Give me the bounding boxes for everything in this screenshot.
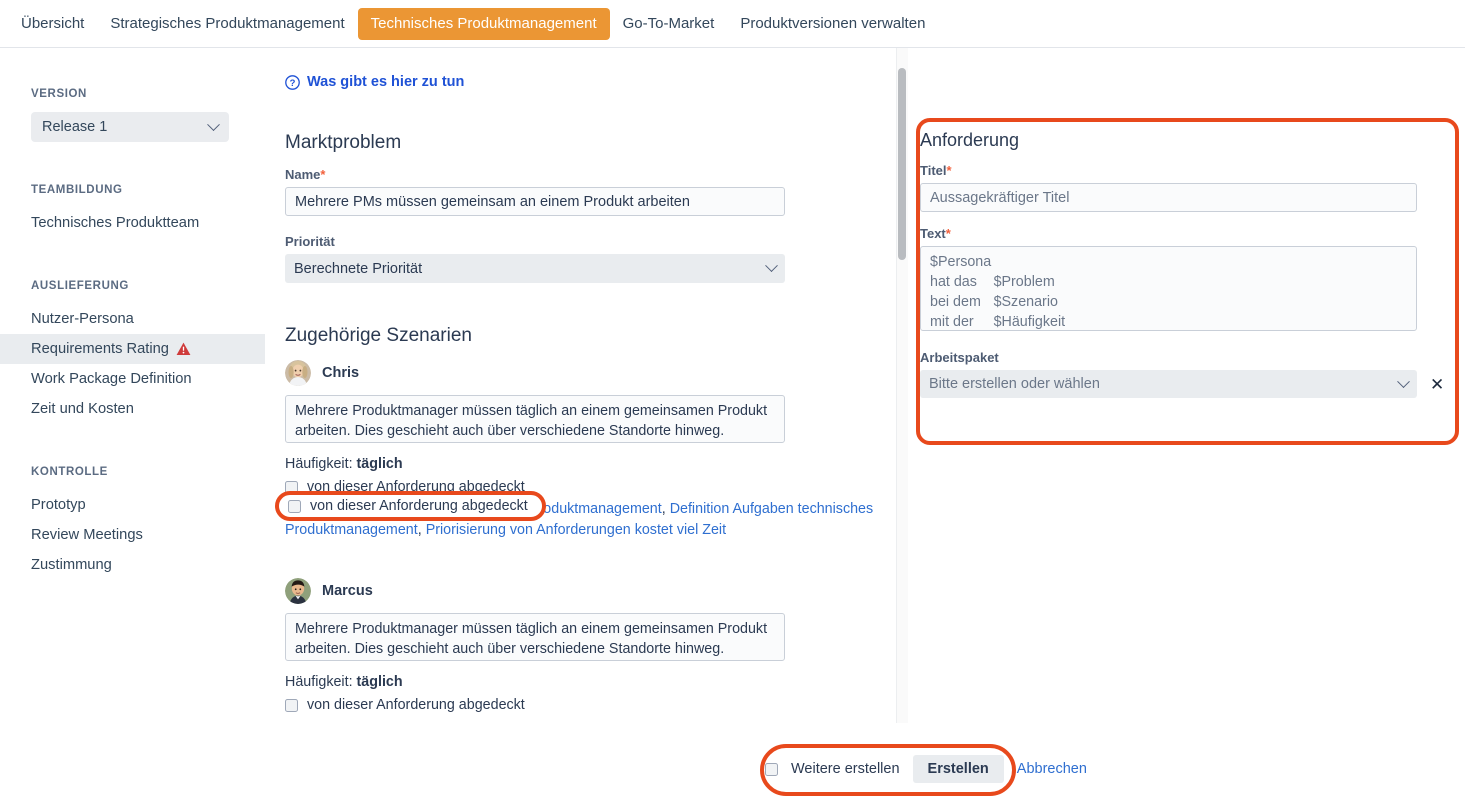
footer-actions: Weitere erstellen Erstellen Abbrechen: [765, 755, 1087, 783]
main-scrollbar-thumb[interactable]: [898, 68, 906, 260]
scenario-text-1[interactable]: Mehrere Produktmanager müssen täglich an…: [285, 613, 785, 661]
sidebar-item-label: Work Package Definition: [31, 371, 192, 387]
frequency-value: täglich: [356, 674, 403, 690]
anforderung-panel: Anforderung Titel* Text* Arbeitspaket Bi…: [920, 130, 1445, 398]
scenario-frequency-0: Häufigkeit: täglich: [285, 456, 905, 472]
section-title-szenarien: Zugehörige Szenarien: [285, 325, 472, 346]
annotation-covered-checkbox-content: von dieser Anforderung abgedeckt: [275, 491, 546, 521]
anforderung-titel-input[interactable]: [920, 183, 1417, 212]
arbeitspaket-label: Arbeitspaket: [920, 350, 999, 365]
sidebar-item-label: Technisches Produktteam: [31, 215, 200, 231]
top-tab-bar: Übersicht Strategisches Produktmanagemen…: [0, 0, 1465, 48]
sidebar-item-zeit-und-kosten[interactable]: Zeit und Kosten: [0, 394, 265, 424]
help-link-label: Was gibt es hier zu tun: [307, 74, 465, 90]
required-marker: *: [945, 226, 951, 241]
section-title-marktproblem: Marktproblem: [285, 132, 402, 153]
arbeitspaket-select-value: Bitte erstellen oder wählen: [929, 376, 1100, 392]
app-root: Übersicht Strategisches Produktmanagemen…: [0, 0, 1465, 803]
frequency-label: Häufigkeit:: [285, 456, 353, 472]
arbeitspaket-row: Bitte erstellen oder wählen ✕: [920, 370, 1445, 398]
sidebar-item-label: Zustimmung: [31, 557, 112, 573]
chevron-down-icon: [1397, 374, 1410, 388]
chevron-down-icon: [765, 259, 778, 273]
text-label-text: Text: [920, 226, 946, 241]
required-marker: *: [320, 167, 326, 182]
sidebar-item-prototyp[interactable]: Prototyp: [0, 490, 265, 520]
required-marker: *: [946, 163, 952, 178]
sidebar-item-zustimmung[interactable]: Zustimmung: [0, 550, 265, 580]
covered-checkbox-label-1: von dieser Anforderung abgedeckt: [307, 697, 525, 713]
text-label: Text*: [920, 226, 1445, 241]
prioritaet-select-value: Berechnete Priorität: [294, 260, 423, 277]
tab-technisches-produktmanagement[interactable]: Technisches Produktmanagement: [357, 7, 610, 40]
covered-checkbox-1[interactable]: [285, 698, 298, 712]
scenario-text-0[interactable]: Mehrere Produktmanager müssen täglich an…: [285, 395, 785, 443]
question-circle-icon: ?: [285, 74, 300, 90]
scenario-header: Chris: [285, 360, 905, 386]
sidebar-item-label: Nutzer-Persona: [31, 311, 134, 327]
version-select-value: Release 1: [42, 119, 108, 135]
chevron-down-icon: [207, 117, 220, 131]
name-label: Name*: [285, 167, 905, 182]
frequency-label: Häufigkeit:: [285, 674, 353, 690]
sidebar-item-label: Requirements Rating: [31, 341, 169, 357]
tab-produktversionen-verwalten[interactable]: Produktversionen verwalten: [727, 8, 938, 40]
create-more-checkbox[interactable]: [765, 762, 778, 776]
prioritaet-select[interactable]: Berechnete Priorität: [285, 254, 785, 283]
anforderung-panel-title: Anforderung: [920, 130, 1020, 150]
sidebar-group-version: VERSION: [31, 88, 87, 100]
create-more-label: Weitere erstellen: [791, 761, 900, 777]
warning-triangle-icon: [176, 342, 191, 356]
covered-checkbox-highlighted[interactable]: [288, 499, 301, 513]
titel-label: Titel*: [920, 163, 1445, 178]
covered-checkbox-row-1[interactable]: von dieser Anforderung abgedeckt: [285, 695, 905, 715]
prioritaet-label: Priorität: [285, 234, 335, 249]
help-link[interactable]: ? Was gibt es hier zu tun: [285, 74, 464, 90]
sidebar-group-kontrolle: KONTROLLE: [31, 466, 108, 478]
sidebar-group-teambildung: TEAMBILDUNG: [31, 184, 123, 196]
titel-label-text: Titel: [920, 163, 947, 178]
sidebar-item-technisches-produktteam[interactable]: Technisches Produktteam: [0, 208, 265, 238]
sidebar-group-auslieferung: AUSLIEFERUNG: [31, 280, 129, 292]
sidebar-item-label: Prototyp: [31, 497, 86, 513]
scenario-header: Marcus: [285, 578, 905, 604]
sidebar-item-work-package-definition[interactable]: Work Package Definition: [0, 364, 265, 394]
svg-text:?: ?: [290, 78, 296, 89]
frequency-value: täglich: [356, 456, 403, 472]
tab-strategisches-produktmanagement[interactable]: Strategisches Produktmanagement: [97, 8, 357, 40]
sidebar-item-label: Review Meetings: [31, 527, 143, 543]
sidebar-item-label: Zeit und Kosten: [31, 401, 134, 417]
scenario-frequency-1: Häufigkeit: täglich: [285, 674, 905, 690]
create-button[interactable]: Erstellen: [912, 755, 1004, 783]
anforderung-text-textarea[interactable]: [920, 246, 1417, 331]
marktproblem-name-input[interactable]: [285, 187, 785, 216]
scenario-person-name: Marcus: [322, 583, 373, 599]
name-label-text: Name: [285, 167, 321, 182]
covered-checkbox-highlighted-label: von dieser Anforderung abgedeckt: [310, 498, 528, 514]
tab-go-to-market[interactable]: Go-To-Market: [610, 8, 728, 40]
sidebar-item-nutzer-persona[interactable]: Nutzer-Persona: [0, 304, 265, 334]
avatar: [285, 578, 311, 604]
main-content: ? Was gibt es hier zu tun Marktproblem N…: [265, 48, 905, 723]
tab-uebersicht[interactable]: Übersicht: [8, 8, 97, 40]
scenario-person-name: Chris: [322, 365, 360, 381]
sidebar-item-review-meetings[interactable]: Review Meetings: [0, 520, 265, 550]
sidebar: VERSION Release 1 TEAMBILDUNG Technische…: [0, 48, 265, 803]
version-select[interactable]: Release 1: [31, 112, 229, 142]
sidebar-item-requirements-rating[interactable]: Requirements Rating: [0, 334, 265, 364]
arbeitspaket-select[interactable]: Bitte erstellen oder wählen: [920, 370, 1417, 398]
clear-icon[interactable]: ✕: [1430, 376, 1444, 393]
avatar: [285, 360, 311, 386]
scenario-block: Marcus Mehrere Produktmanager müssen täg…: [285, 578, 905, 715]
related-link-3[interactable]: Priorisierung von Anforderungen kostet v…: [426, 522, 726, 538]
cancel-link[interactable]: Abbrechen: [1017, 761, 1087, 777]
